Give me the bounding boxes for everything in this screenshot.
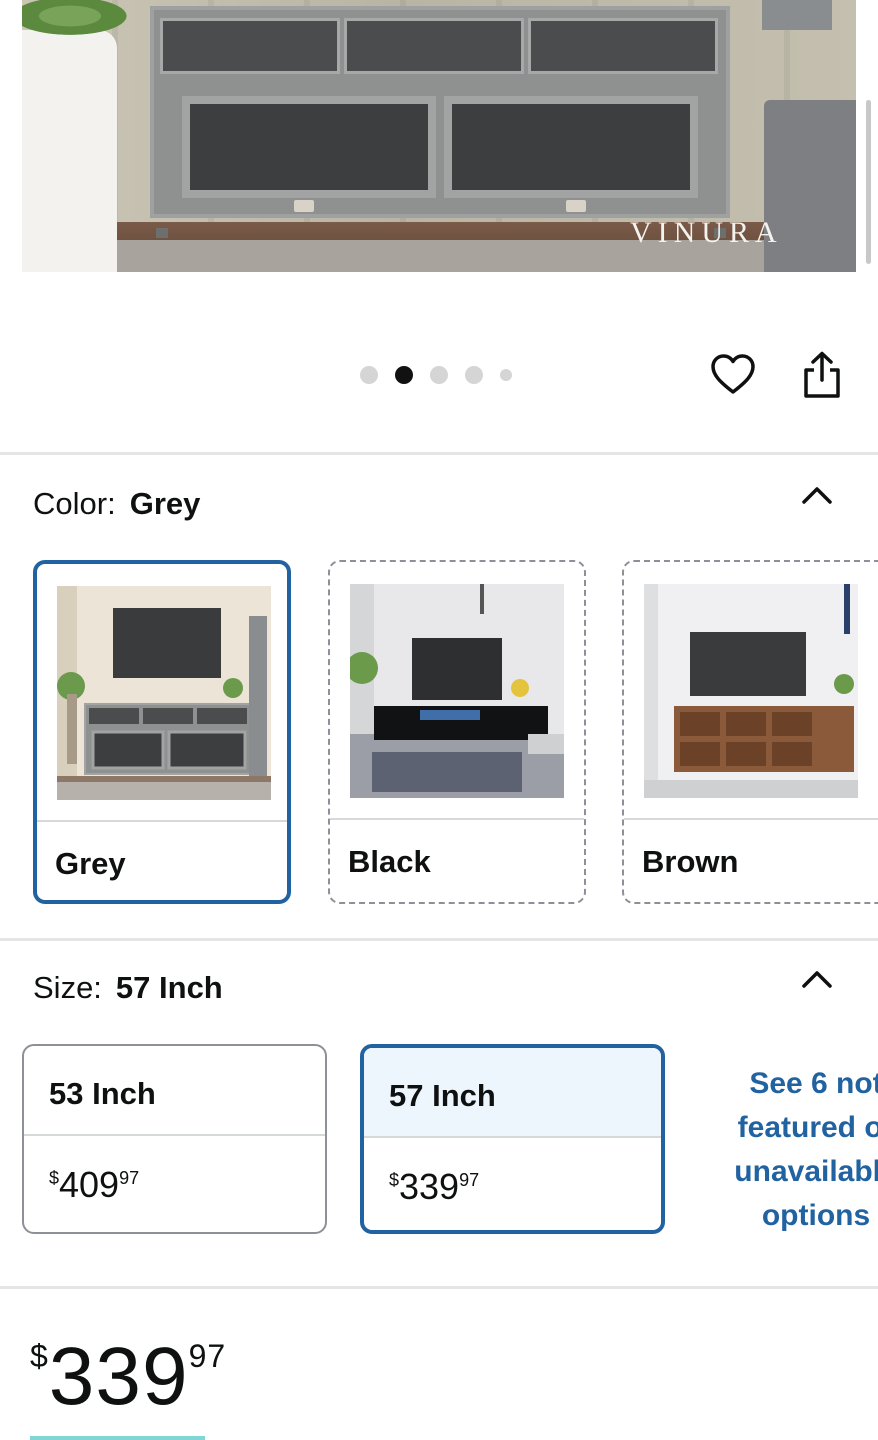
size-option-price: $40997 (24, 1136, 325, 1206)
deal-badge-edge (30, 1436, 205, 1440)
size-option-57-inch[interactable]: 57 Inch $33997 (360, 1044, 665, 1234)
carousel-dot[interactable] (465, 366, 483, 384)
color-option-label: Brown (642, 844, 739, 879)
image-door-handle (294, 200, 314, 212)
image-open-shelf (160, 18, 340, 74)
color-section-header: Color: Grey (33, 486, 200, 522)
size-section-header: Size: 57 Inch (33, 970, 223, 1006)
section-divider (0, 452, 878, 455)
image-tv-stand (150, 6, 730, 238)
size-label: Size: (33, 970, 102, 1005)
price-currency: $ (49, 1168, 60, 1188)
image-glass-door (444, 96, 698, 198)
swatch-divider (624, 818, 878, 820)
see-more-line: unavailable (734, 1155, 878, 1188)
price-whole: 409 (59, 1164, 120, 1205)
size-option-label: 57 Inch (364, 1048, 661, 1136)
price-whole: 339 (48, 1331, 189, 1422)
image-glass-door (182, 96, 436, 198)
see-more-line: options (761, 1199, 871, 1232)
color-thumbnail-black (350, 584, 564, 798)
product-image[interactable]: VINURA (22, 0, 856, 272)
image-sofa (22, 30, 117, 272)
carousel-dot-active[interactable] (395, 366, 413, 384)
color-selected-value: Grey (129, 486, 201, 521)
carousel-dots[interactable] (360, 366, 512, 384)
color-option-label: Grey (55, 846, 126, 881)
see-more-line: See 6 not (749, 1067, 878, 1100)
image-open-shelf (344, 18, 524, 74)
swatch-divider (37, 820, 287, 822)
scroll-indicator (866, 100, 871, 264)
share-icon[interactable] (800, 350, 844, 400)
price-cents: 97 (119, 1168, 140, 1188)
price-currency: $ (389, 1170, 400, 1190)
price-cents: 97 (459, 1170, 480, 1190)
see-more-line: featured or (737, 1111, 878, 1144)
color-label: Color: (33, 486, 116, 521)
image-plant (22, 0, 142, 40)
price-cents: 97 (188, 1338, 227, 1374)
see-more-options-link[interactable]: See 6 not featured or unavailable option… (716, 1062, 878, 1238)
color-option-brown[interactable]: Brown (622, 560, 878, 904)
section-divider (0, 938, 878, 941)
size-option-price: $33997 (364, 1138, 661, 1208)
carousel-dot[interactable] (430, 366, 448, 384)
product-price: $33997 (30, 1330, 226, 1424)
size-option-label: 53 Inch (49, 1076, 156, 1111)
size-selected-value: 57 Inch (115, 970, 223, 1005)
price-whole: 339 (399, 1166, 460, 1207)
image-open-shelf (528, 18, 718, 74)
color-thumbnail-grey (57, 586, 271, 800)
carousel-dot[interactable] (500, 369, 512, 381)
size-option-53-inch[interactable]: 53 Inch $40997 (22, 1044, 327, 1234)
swatch-divider (330, 818, 584, 820)
image-lamp (762, 0, 832, 30)
image-door-handle (566, 200, 586, 212)
image-stand-leg (156, 228, 168, 238)
wishlist-heart-icon[interactable] (710, 352, 756, 398)
carousel-dot[interactable] (360, 366, 378, 384)
color-option-label: Black (348, 844, 431, 879)
color-option-black[interactable]: Black (328, 560, 586, 904)
chevron-up-icon[interactable] (800, 484, 834, 506)
chevron-up-icon[interactable] (800, 968, 834, 990)
section-divider (0, 1286, 878, 1289)
color-thumbnail-brown (644, 584, 858, 798)
brand-watermark: VINURA (630, 216, 783, 249)
price-currency: $ (30, 1338, 49, 1374)
color-option-grey[interactable]: Grey (33, 560, 291, 904)
